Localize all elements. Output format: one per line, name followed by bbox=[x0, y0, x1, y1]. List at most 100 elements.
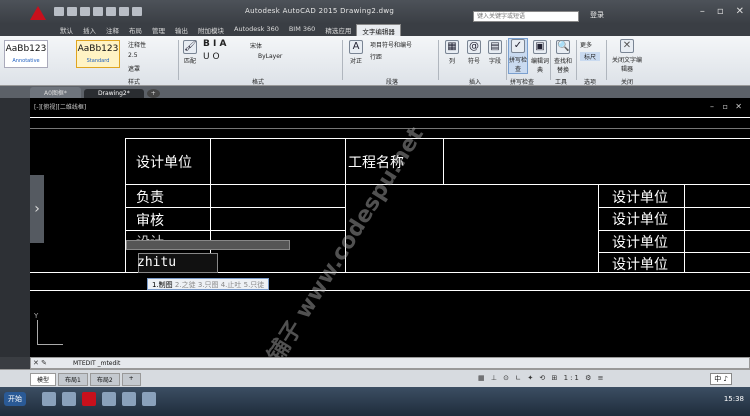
tab-insert[interactable]: 插入 bbox=[78, 24, 101, 36]
tab-layout1[interactable]: 布局1 bbox=[58, 373, 88, 386]
tab-output[interactable]: 输出 bbox=[170, 24, 193, 36]
signin-button[interactable]: 登录 bbox=[590, 10, 604, 20]
match-button[interactable]: 🖌 匹配 bbox=[182, 40, 198, 65]
table-line bbox=[684, 184, 685, 272]
ucs-icon: Y bbox=[34, 312, 63, 345]
tab-layout2[interactable]: 布局2 bbox=[89, 373, 120, 386]
table-line bbox=[598, 252, 750, 253]
redo-icon[interactable] bbox=[132, 7, 142, 16]
text-editor-ruler[interactable] bbox=[126, 240, 290, 250]
columns-button[interactable]: ▦ 列 bbox=[443, 40, 461, 65]
close-text-editor-button[interactable]: ✕ 关闭文字编辑器 bbox=[610, 39, 644, 73]
tab-text-editor[interactable]: 文字编辑器 bbox=[356, 24, 401, 36]
tab-a360[interactable]: Autodesk 360 bbox=[229, 24, 284, 36]
file-tab-a0[interactable]: A0图框* bbox=[30, 87, 81, 98]
more-button[interactable]: 更多 bbox=[580, 40, 592, 49]
command-close-icon[interactable]: ✕ ✎ bbox=[33, 359, 47, 367]
frame-line bbox=[30, 290, 750, 291]
symbol-button[interactable]: @ 符号 bbox=[465, 40, 483, 65]
tab-layout[interactable]: 布局 bbox=[124, 24, 147, 36]
scale-value[interactable]: 1:1 bbox=[564, 374, 581, 382]
divider bbox=[576, 40, 577, 80]
ribbon-tabs: 默认 插入 注释 布局 管理 输出 附加模块 Autodesk 360 BIM … bbox=[0, 24, 750, 36]
new-icon[interactable] bbox=[54, 7, 64, 16]
format-panel-label: 格式 bbox=[252, 79, 265, 86]
font-select[interactable]: 宋体 bbox=[250, 41, 262, 50]
close-icon[interactable]: ✕ bbox=[736, 6, 744, 17]
edit-dictionary-button[interactable]: ▣ 编辑词典 bbox=[530, 40, 550, 74]
cell-responsible: 负责 bbox=[136, 190, 164, 206]
quick-access-toolbar bbox=[54, 7, 142, 16]
status-toggles[interactable]: ▦ ⊥ ⊙ ∟ ✦ ⟲ ⊞ 1:1 ⚙ ≡ bbox=[478, 374, 605, 382]
mtext-input[interactable]: zhitu bbox=[137, 255, 176, 270]
bullets-button[interactable]: 项目符号和编号 bbox=[370, 40, 412, 49]
maximize-icon[interactable]: ▫ bbox=[717, 6, 724, 17]
viewport-label[interactable]: [-][俯视][二维线框] bbox=[34, 102, 86, 111]
start-button[interactable]: 开始 bbox=[4, 392, 26, 406]
tab-addins[interactable]: 附加模块 bbox=[193, 24, 229, 36]
tab-manage[interactable]: 管理 bbox=[147, 24, 170, 36]
color-select[interactable]: ByLayer bbox=[258, 53, 282, 60]
style-annotative[interactable]: AaBb123 Annotative bbox=[4, 40, 48, 68]
divider bbox=[606, 40, 607, 80]
ime-candidate-list[interactable]: 1.制图 2.之徒 3.只图 4.止吐 5.只徒 bbox=[147, 278, 270, 290]
new-tab-button[interactable]: + bbox=[146, 89, 160, 98]
saveas-icon[interactable] bbox=[93, 7, 103, 16]
justify-button[interactable]: A 对正 bbox=[346, 40, 366, 65]
table-line bbox=[125, 138, 750, 139]
mask-button[interactable]: 遮罩 bbox=[128, 64, 140, 73]
ime-candidate-rest[interactable]: 2.之徒 3.只图 4.止吐 5.只徒 bbox=[175, 281, 264, 289]
taskbar-apps bbox=[42, 392, 156, 406]
divider bbox=[550, 40, 551, 80]
tab-featured[interactable]: 精选应用 bbox=[320, 24, 356, 36]
field-button[interactable]: ▤ 字段 bbox=[486, 40, 504, 65]
open-icon[interactable] bbox=[67, 7, 77, 16]
bold-button[interactable]: B I A bbox=[203, 39, 226, 49]
minimize-icon[interactable]: – bbox=[700, 6, 705, 17]
explorer-icon[interactable] bbox=[42, 392, 56, 406]
paragraph-panel-label: 段落 bbox=[386, 79, 399, 86]
tab-model[interactable]: 模型 bbox=[30, 373, 57, 386]
ime-indicator[interactable]: 中 ♪ bbox=[710, 373, 732, 385]
frame-line bbox=[30, 128, 750, 129]
autocad-icon[interactable] bbox=[82, 392, 96, 406]
print-icon[interactable] bbox=[106, 7, 116, 16]
folder-icon[interactable] bbox=[62, 392, 76, 406]
clock[interactable]: 15:38 bbox=[724, 395, 744, 403]
file-tab-drawing2[interactable]: Drawing2* bbox=[83, 89, 144, 98]
tab-annotate[interactable]: 注释 bbox=[101, 24, 124, 36]
text-height-input[interactable]: 2.5 bbox=[128, 52, 138, 59]
expand-panel-icon[interactable]: › bbox=[30, 175, 44, 243]
app-icon[interactable] bbox=[122, 392, 136, 406]
frame-line bbox=[30, 117, 750, 118]
new-layout-icon[interactable]: + bbox=[121, 373, 141, 386]
viewport-close-icon[interactable]: ✕ bbox=[735, 102, 742, 111]
save-icon[interactable] bbox=[80, 7, 90, 16]
app-icon[interactable] bbox=[142, 392, 156, 406]
ime-candidate-1[interactable]: 1.制图 bbox=[152, 281, 173, 289]
find-replace-button[interactable]: 🔍 查找和替换 bbox=[552, 40, 574, 74]
watermark-text: 源码铺子 www.codespu.net bbox=[240, 122, 429, 357]
undo-icon[interactable] bbox=[119, 7, 129, 16]
style-standard[interactable]: AaBb123 Standard bbox=[76, 40, 120, 68]
media-icon[interactable] bbox=[102, 392, 116, 406]
ruler-toggle[interactable]: 标尺 bbox=[580, 52, 601, 61]
underline-button[interactable]: U O bbox=[203, 52, 220, 62]
search-input[interactable]: 键入关键字或短语 bbox=[473, 11, 579, 22]
viewport-restore-icon[interactable]: ▫ bbox=[723, 102, 728, 111]
options-panel-label: 选项 bbox=[584, 79, 597, 86]
viewport-minimize-icon[interactable]: – bbox=[710, 102, 714, 111]
tab-bim360[interactable]: BIM 360 bbox=[284, 24, 320, 36]
taskbar: 开始 15:38 bbox=[0, 387, 750, 416]
drawing-canvas[interactable]: [-][俯视][二维线框] – ▫ ✕ 设计单位 工程名称 负责 审核 设计 设… bbox=[30, 98, 750, 357]
autocad-logo-icon[interactable] bbox=[30, 6, 46, 20]
cell-right-2: 设计单位 bbox=[612, 212, 668, 228]
table-line bbox=[598, 184, 599, 272]
annotative-toggle[interactable]: 注释性 bbox=[128, 40, 146, 49]
line-spacing-button[interactable]: 行距 bbox=[370, 52, 382, 61]
spell-check-button[interactable]: ✓ 拼写检查 bbox=[508, 38, 528, 74]
cell-review: 审核 bbox=[136, 213, 164, 229]
command-text[interactable]: MTEDIT _mtedit bbox=[73, 360, 120, 367]
tab-home[interactable]: 默认 bbox=[55, 24, 78, 36]
command-line[interactable]: ✕ ✎ MTEDIT _mtedit bbox=[30, 357, 750, 369]
